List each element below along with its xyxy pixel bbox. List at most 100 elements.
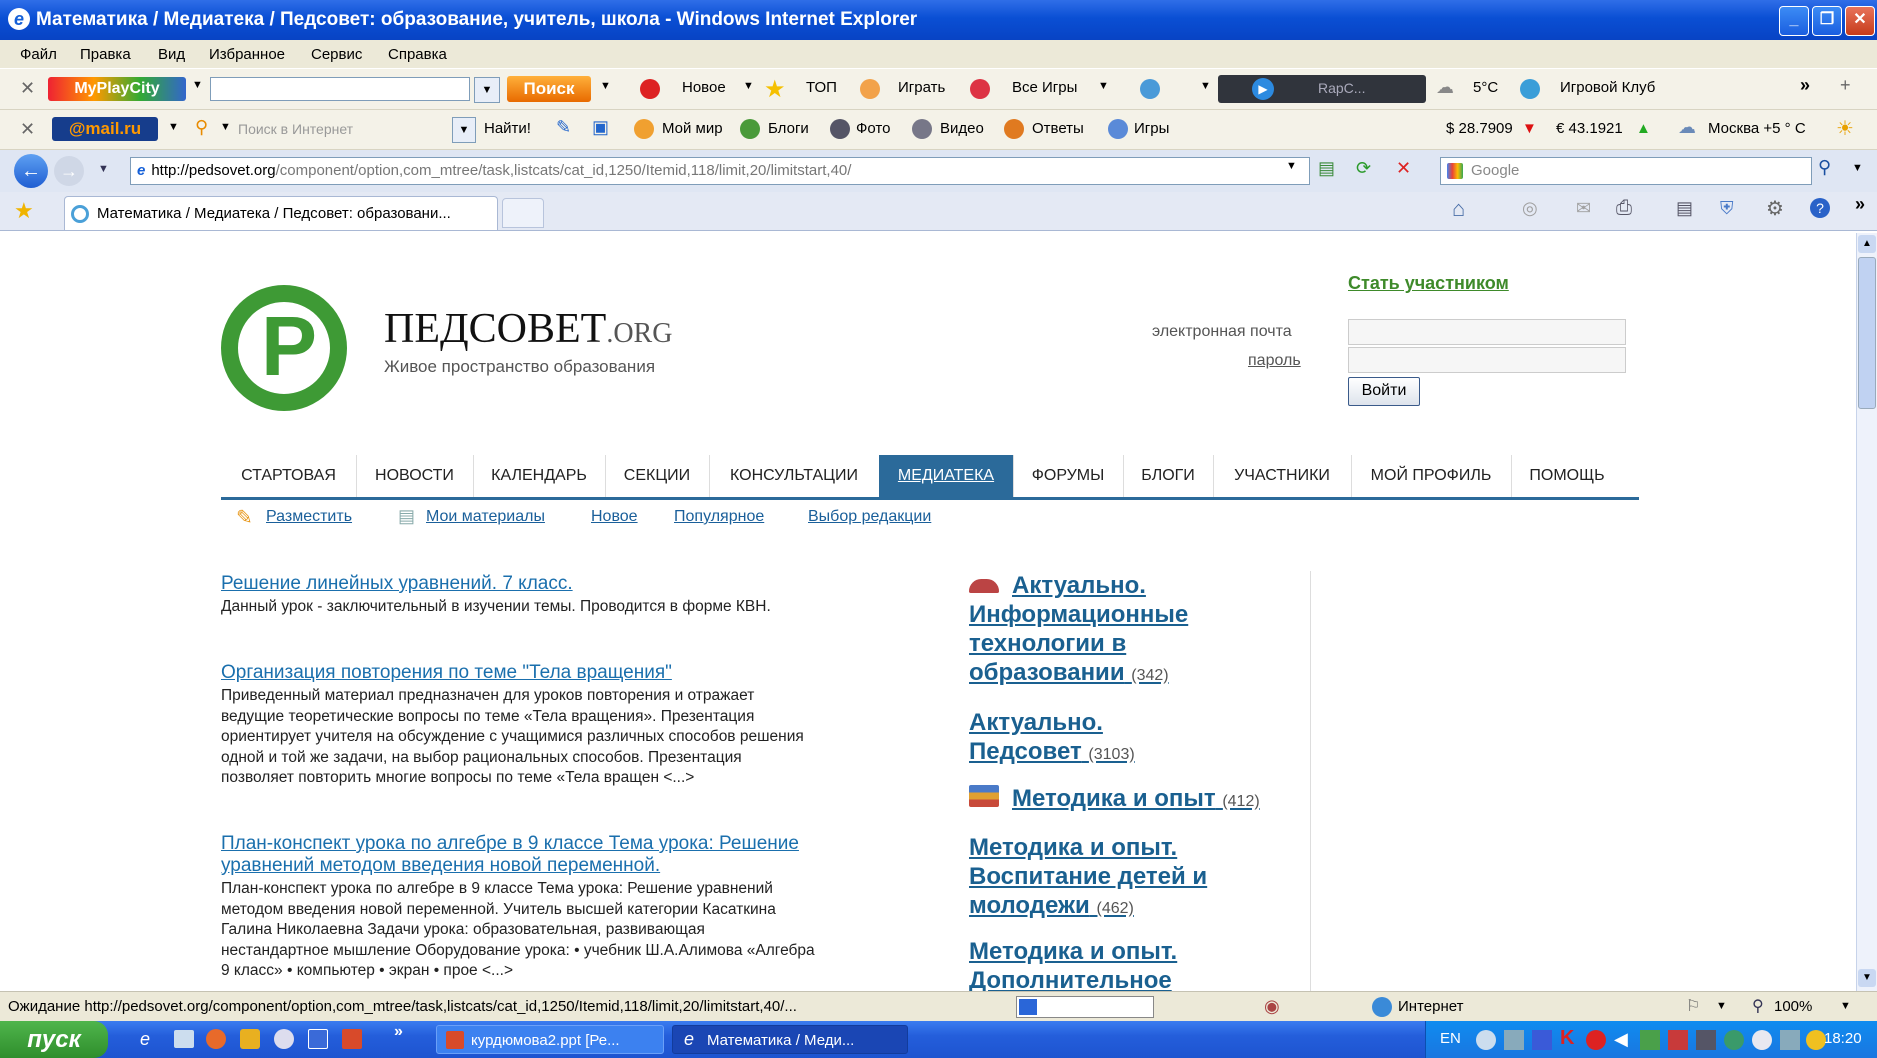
menu-file[interactable]: Файл xyxy=(20,46,57,63)
category-link[interactable]: Методика и опыт. Воспитание детей и моло… xyxy=(969,833,1207,923)
frame-icon[interactable]: ▣ xyxy=(592,117,609,138)
nav-members[interactable]: УЧАСТНИКИ xyxy=(1213,455,1352,497)
kaspersky-icon[interactable]: K xyxy=(1560,1027,1574,1050)
subnav-new[interactable]: Новое xyxy=(591,508,638,526)
chevron-down-icon[interactable]: ▼ xyxy=(1840,1000,1851,1012)
myplaycity-search-input[interactable] xyxy=(210,77,470,101)
search-button[interactable]: Поиск xyxy=(507,76,591,102)
forward-button-icon[interactable]: → xyxy=(54,156,84,186)
scroll-thumb[interactable] xyxy=(1858,257,1876,409)
toolbar-play[interactable]: Играть xyxy=(898,79,945,96)
search-icon[interactable]: ⚲ xyxy=(195,117,208,138)
menu-help[interactable]: Справка xyxy=(388,46,447,63)
tab-active[interactable]: Математика / Медиатека / Педсовет: образ… xyxy=(64,196,498,230)
weather-temp[interactable]: 5°C xyxy=(1473,79,1498,96)
toolbar-video[interactable]: Видео xyxy=(940,120,984,137)
menu-tools[interactable]: Сервис xyxy=(311,46,362,63)
network-icon[interactable] xyxy=(1532,1030,1552,1050)
page-menu-icon[interactable]: ▤ xyxy=(1676,198,1693,219)
tools-gear-icon[interactable]: ⚙ xyxy=(1766,196,1784,221)
mailru-logo[interactable]: @mail.ru xyxy=(52,117,158,141)
category-link[interactable]: Актуально. Информационные технологии в о… xyxy=(969,571,1188,690)
game-club-link[interactable]: Игровой Клуб xyxy=(1560,79,1655,96)
chevron-down-icon[interactable]: ▼ xyxy=(1200,80,1211,92)
app-icon[interactable] xyxy=(206,1029,226,1049)
toolbar-my-world[interactable]: Мой мир xyxy=(662,120,723,137)
find-button[interactable]: Найти! xyxy=(484,120,531,137)
tray-icon[interactable] xyxy=(1696,1030,1716,1050)
mail-icon[interactable]: ✉ xyxy=(1576,198,1591,219)
history-dropdown-icon[interactable]: ▼ xyxy=(98,163,109,175)
menu-favorites[interactable]: Избранное xyxy=(209,46,285,63)
weather-sun-icon[interactable]: ☀ xyxy=(1836,116,1854,141)
address-dropdown-icon[interactable]: ▼ xyxy=(1286,160,1297,172)
subnav-my-materials[interactable]: Мои материалы xyxy=(426,508,545,526)
nav-news[interactable]: НОВОСТИ xyxy=(356,455,474,497)
nav-help[interactable]: ПОМОЩЬ xyxy=(1511,455,1623,497)
favorites-star-icon[interactable]: ★ xyxy=(14,198,34,224)
city-weather[interactable]: Москва +5 ° C xyxy=(1708,120,1806,137)
category-link[interactable]: Актуально. Педсовет (3103) xyxy=(969,708,1135,769)
nav-mediateka[interactable]: МЕДИАТЕКА xyxy=(879,455,1014,497)
window-title-bar[interactable]: e Математика / Медиатека / Педсовет: обр… xyxy=(0,0,1877,40)
taskbar-item-ie[interactable]: Математика / Меди... xyxy=(672,1025,908,1054)
nav-blogs[interactable]: БЛОГИ xyxy=(1123,455,1214,497)
desktop-icon[interactable] xyxy=(174,1030,194,1048)
tray-icon[interactable] xyxy=(1724,1030,1744,1050)
home-icon[interactable]: ⌂ xyxy=(1452,196,1465,222)
nav-consultations[interactable]: КОНСУЛЬТАЦИИ xyxy=(709,455,880,497)
login-button[interactable]: Войти xyxy=(1348,377,1420,406)
safety-icon[interactable]: ⛨ xyxy=(1720,198,1734,219)
toolbar-blogs[interactable]: Блоги xyxy=(768,120,809,137)
search-options-icon[interactable]: ▼ xyxy=(1852,162,1863,174)
volume-icon[interactable]: ◀ xyxy=(1614,1029,1628,1050)
maximize-button[interactable]: ❐ xyxy=(1812,6,1842,36)
dropdown-icon[interactable]: ▼ xyxy=(474,77,500,103)
toolbar-answers[interactable]: Ответы xyxy=(1032,120,1084,137)
zoom-icon[interactable]: ⚲ xyxy=(1752,996,1764,1016)
more-chevron-icon[interactable]: » xyxy=(394,1023,403,1041)
tray-icon[interactable] xyxy=(1780,1030,1800,1050)
back-button-icon[interactable]: ← xyxy=(14,154,48,188)
address-input[interactable]: e http://pedsovet.org/component/option,co… xyxy=(130,157,1310,185)
tray-icon[interactable] xyxy=(1806,1030,1826,1050)
password-label[interactable]: пароль xyxy=(1248,352,1301,370)
more-chevron-icon[interactable]: » xyxy=(1800,75,1810,96)
start-button[interactable]: пуск xyxy=(0,1021,108,1058)
close-toolbar-icon[interactable]: ✕ xyxy=(20,78,35,99)
minimize-button[interactable]: _ xyxy=(1779,6,1809,36)
chevron-down-icon[interactable]: ▼ xyxy=(1716,1000,1727,1012)
password-field[interactable] xyxy=(1348,347,1626,373)
join-link[interactable]: Стать участником xyxy=(1348,273,1509,294)
subnav-popular[interactable]: Популярное xyxy=(674,508,764,526)
protected-mode-icon[interactable]: ⚐ xyxy=(1686,996,1700,1016)
article-title[interactable]: Организация повторения по теме "Тела вра… xyxy=(221,662,672,684)
chevron-down-icon[interactable]: ▼ xyxy=(1098,80,1109,92)
add-icon[interactable]: + xyxy=(1840,75,1851,96)
tray-icon[interactable] xyxy=(1476,1030,1496,1050)
toolbar-all-games[interactable]: Все Игры xyxy=(1012,79,1077,96)
refresh-icon[interactable]: ⟳ xyxy=(1356,158,1371,179)
app-icon[interactable] xyxy=(240,1029,260,1049)
usd-rate[interactable]: $ 28.7909 xyxy=(1446,120,1513,137)
stop-icon[interactable]: ✕ xyxy=(1396,158,1411,179)
toolbar-top[interactable]: ТОП xyxy=(806,79,837,96)
network-icon[interactable] xyxy=(1504,1030,1524,1050)
pen-icon[interactable]: ✎ xyxy=(556,117,571,138)
menu-edit[interactable]: Правка xyxy=(80,46,131,63)
nav-my-profile[interactable]: МОЙ ПРОФИЛЬ xyxy=(1351,455,1512,497)
article-title[interactable]: Решение линейных уравнений. 7 класс. xyxy=(221,573,573,595)
media-player[interactable]: ▶ RapC... xyxy=(1218,75,1426,103)
chevron-down-icon[interactable]: ▼ xyxy=(220,121,231,133)
taskbar-item-powerpoint[interactable]: курдюмова2.ppt [Ре... xyxy=(436,1025,664,1054)
subnav-post[interactable]: Разместить xyxy=(266,508,352,526)
ie-quicklaunch-icon[interactable]: e xyxy=(140,1029,150,1050)
subnav-editors-choice[interactable]: Выбор редакции xyxy=(808,508,931,526)
chevron-down-icon[interactable]: ▼ xyxy=(743,80,754,92)
toolbar-new[interactable]: Новое xyxy=(682,79,726,96)
tray-icon[interactable] xyxy=(1640,1030,1660,1050)
dropdown-icon[interactable]: ▼ xyxy=(452,117,476,143)
email-field[interactable] xyxy=(1348,319,1626,345)
myplaycity-logo[interactable]: MyPlayCity xyxy=(48,77,186,101)
new-tab-button[interactable] xyxy=(502,198,544,228)
